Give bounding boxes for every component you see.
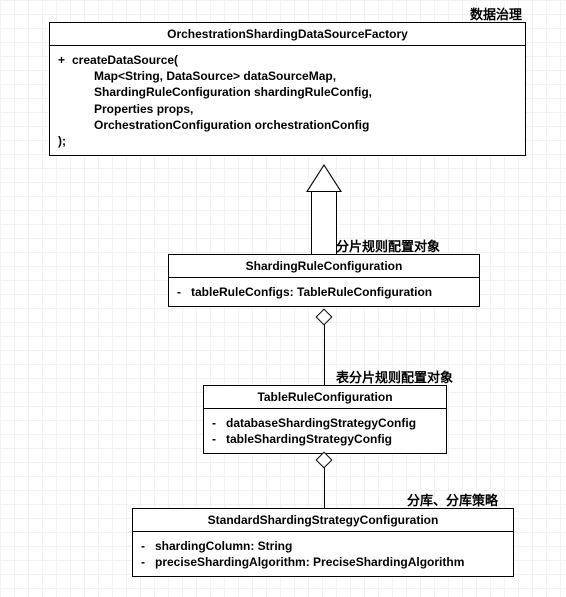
visibility: - (141, 538, 155, 554)
aggregation-diamond (316, 309, 333, 326)
method-arg: OrchestrationConfiguration orchestration… (72, 117, 369, 133)
class-body: - tableRuleConfigs: TableRuleConfigurati… (169, 278, 479, 306)
class-title: ShardingRuleConfiguration (169, 255, 479, 278)
attribute: preciseShardingAlgorithm: PreciseShardin… (155, 554, 464, 570)
method-arg: Properties props, (72, 101, 193, 117)
class-box-strategy: StandardShardingStrategyConfiguration - … (132, 508, 514, 577)
annotation-data-governance: 数据治理 (470, 4, 522, 23)
relation-line (324, 468, 325, 508)
class-body: + createDataSource( Map<String, DataSour… (50, 46, 525, 155)
annotation-sharding-rule: 分片规则配置对象 (336, 236, 440, 255)
method-open: createDataSource( (72, 52, 178, 68)
class-title: TableRuleConfiguration (204, 386, 446, 409)
method-close: ); (58, 133, 66, 149)
visibility: - (212, 415, 226, 431)
relation-line (324, 325, 325, 385)
class-box-factory: OrchestrationShardingDataSourceFactory +… (49, 22, 526, 156)
annotation-strategy: 分库、分库策略 (407, 490, 498, 509)
class-title: StandardShardingStrategyConfiguration (133, 509, 513, 532)
class-body: - shardingColumn: String - preciseShardi… (133, 532, 513, 576)
class-box-table-rule: TableRuleConfiguration - databaseShardin… (203, 385, 447, 454)
class-title: OrchestrationShardingDataSourceFactory (50, 23, 525, 46)
class-box-sharding-rule: ShardingRuleConfiguration - tableRuleCon… (168, 254, 480, 307)
visibility: + (58, 52, 72, 68)
attribute: tableRuleConfigs: TableRuleConfiguration (191, 284, 432, 300)
visibility: - (212, 431, 226, 447)
attribute: tableShardingStrategyConfig (226, 431, 392, 447)
attribute: shardingColumn: String (155, 538, 292, 554)
annotation-table-rule: 表分片规则配置对象 (336, 367, 453, 386)
method-arg: ShardingRuleConfiguration shardingRuleCo… (72, 84, 372, 100)
class-body: - databaseShardingStrategyConfig - table… (204, 409, 446, 453)
visibility: - (177, 284, 191, 300)
method-arg: Map<String, DataSource> dataSourceMap, (72, 68, 336, 84)
attribute: databaseShardingStrategyConfig (226, 415, 416, 431)
generalization-stem (311, 192, 337, 255)
visibility: - (141, 554, 155, 570)
